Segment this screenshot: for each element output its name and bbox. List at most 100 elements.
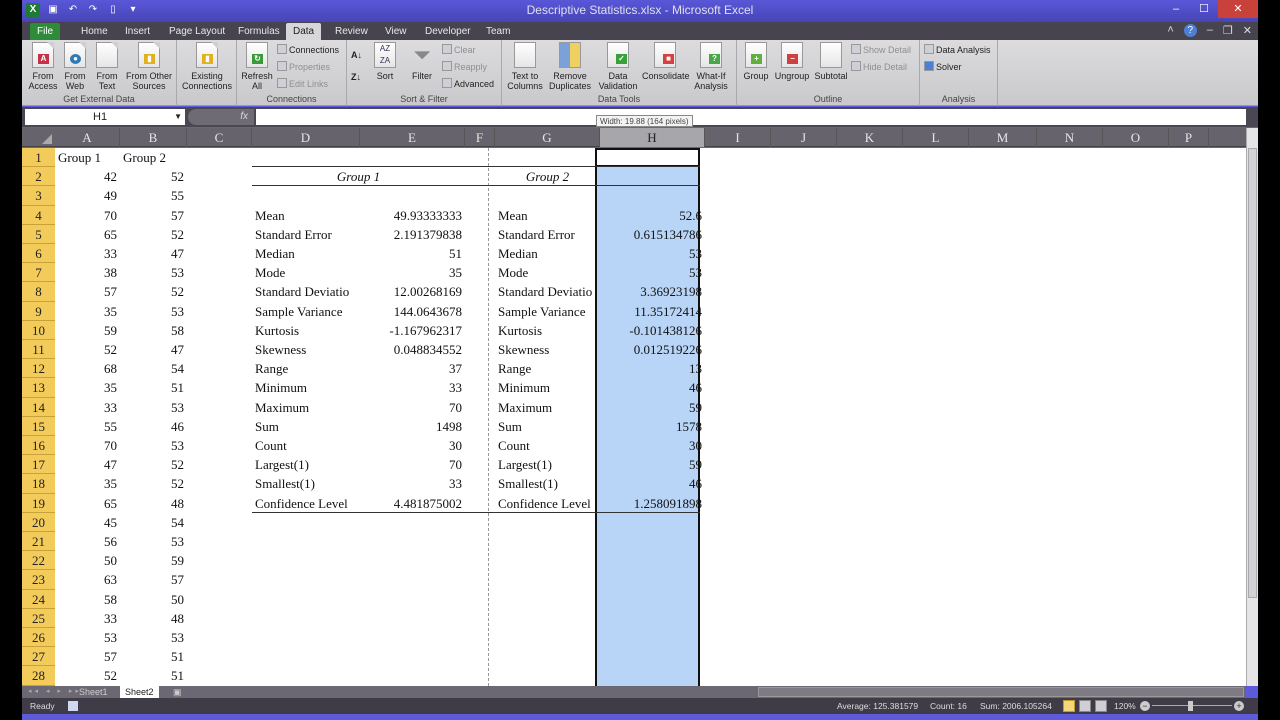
- tab-review[interactable]: Review: [328, 23, 375, 40]
- row-header-11[interactable]: 11: [22, 340, 55, 360]
- row-header-19[interactable]: 19: [22, 493, 55, 513]
- ungroup-button[interactable]: − Ungroup: [773, 42, 811, 81]
- horizontal-scrollbar[interactable]: [758, 687, 1244, 697]
- cell-group2-value[interactable]: 53: [120, 436, 187, 455]
- existing-connections-button[interactable]: ▮ Existing Connections: [180, 42, 234, 91]
- row-header-14[interactable]: 14: [22, 397, 55, 417]
- zoom-slider-thumb[interactable]: [1188, 701, 1193, 711]
- stats-group1-value[interactable]: 144.0643678: [360, 302, 465, 321]
- show-detail-button[interactable]: Show Detail: [851, 43, 911, 57]
- stats-label[interactable]: Median: [252, 244, 360, 263]
- vertical-scrollbar[interactable]: [1246, 128, 1258, 686]
- page-layout-view-button[interactable]: [1079, 700, 1091, 712]
- cell-group2-value[interactable]: 52: [120, 225, 187, 244]
- cell-group1-value[interactable]: 65: [55, 494, 120, 513]
- cell-group1-value[interactable]: 56: [55, 532, 120, 551]
- column-header-a[interactable]: A: [55, 128, 120, 147]
- stats-group2-value[interactable]: 11.35172414: [600, 302, 705, 321]
- zoom-level[interactable]: 120%: [1114, 698, 1136, 714]
- cell-group1-value[interactable]: 35: [55, 474, 120, 493]
- formula-input[interactable]: [256, 109, 1246, 125]
- stats-label[interactable]: Largest(1): [252, 455, 360, 474]
- filter-button[interactable]: ⏷ Filter: [407, 42, 437, 81]
- text-to-columns-button[interactable]: Text to Columns: [506, 42, 544, 91]
- stats-label[interactable]: Kurtosis: [252, 321, 360, 340]
- tab-developer[interactable]: Developer: [418, 23, 478, 40]
- insert-function-button[interactable]: fx: [188, 109, 254, 125]
- from-other-sources-button[interactable]: ▮ From Other Sources: [124, 42, 174, 91]
- stats-label[interactable]: Median: [495, 244, 600, 263]
- row-header-10[interactable]: 10: [22, 320, 55, 340]
- row-header-6[interactable]: 6: [22, 244, 55, 264]
- refresh-all-button[interactable]: ↻ Refresh All: [240, 42, 274, 91]
- page-break-preview-button[interactable]: [1095, 700, 1107, 712]
- sort-a-z-button[interactable]: A↓: [351, 48, 362, 62]
- column-header-d[interactable]: D: [252, 128, 360, 147]
- column-header-c[interactable]: C: [187, 128, 252, 147]
- workbook-close-icon[interactable]: ✕: [1243, 24, 1252, 37]
- stats-group1-value[interactable]: -1.167962317: [360, 321, 465, 340]
- cell-group2-value[interactable]: 54: [120, 513, 187, 532]
- cell-group2-value[interactable]: 47: [120, 340, 187, 359]
- cell-group1-value[interactable]: 59: [55, 321, 120, 340]
- stats-group1-value[interactable]: 2.191379838: [360, 225, 465, 244]
- column-header-k[interactable]: K: [837, 128, 903, 147]
- column-header-e[interactable]: E: [360, 128, 465, 147]
- stats-label[interactable]: Mean: [495, 206, 600, 225]
- cell-group2-value[interactable]: 53: [120, 302, 187, 321]
- cell-group1-value[interactable]: 57: [55, 647, 120, 666]
- stats-group1-value[interactable]: 33: [360, 378, 465, 397]
- cell-group1-value[interactable]: 55: [55, 417, 120, 436]
- stats-group1-value[interactable]: 12.00268169: [360, 282, 465, 301]
- stats-group1-value[interactable]: 33: [360, 474, 465, 493]
- stats-label[interactable]: Minimum: [495, 378, 600, 397]
- from-web-button[interactable]: ● From Web: [60, 42, 90, 91]
- connections-button[interactable]: Connections: [277, 43, 339, 57]
- stats-group2-value[interactable]: 53: [600, 263, 705, 282]
- cell-group2-value[interactable]: 59: [120, 551, 187, 570]
- cell-group2-value[interactable]: 51: [120, 647, 187, 666]
- stats-label[interactable]: Range: [495, 359, 600, 378]
- stats-group1-value[interactable]: 30: [360, 436, 465, 455]
- tab-home[interactable]: Home: [74, 23, 115, 40]
- cell-group1-value[interactable]: 33: [55, 609, 120, 628]
- name-box[interactable]: H1 ▼: [25, 109, 185, 125]
- cell-group2-value[interactable]: 47: [120, 244, 187, 263]
- stats-label[interactable]: Kurtosis: [495, 321, 600, 340]
- stats-group2-value[interactable]: 3.36923198: [600, 282, 705, 301]
- stats-label[interactable]: Minimum: [252, 378, 360, 397]
- cell-group2-value[interactable]: 53: [120, 628, 187, 647]
- stats-label[interactable]: Count: [495, 436, 600, 455]
- stats-label[interactable]: Sample Variance: [495, 302, 600, 321]
- stats-group2-value[interactable]: 46: [600, 474, 705, 493]
- tab-team[interactable]: Team: [479, 23, 517, 40]
- stats-group1-header[interactable]: Group 1: [252, 167, 465, 186]
- close-button[interactable]: ✕: [1218, 0, 1258, 18]
- cell-group1-value[interactable]: 68: [55, 359, 120, 378]
- stats-label[interactable]: Largest(1): [495, 455, 600, 474]
- cell-group2-value[interactable]: 50: [120, 590, 187, 609]
- cell-group2-value[interactable]: 48: [120, 494, 187, 513]
- row-header-4[interactable]: 4: [22, 205, 55, 225]
- from-access-button[interactable]: A From Access: [28, 42, 58, 91]
- column-header-i[interactable]: I: [705, 128, 771, 147]
- sort-z-a-button[interactable]: Z↓: [351, 70, 361, 84]
- stats-label[interactable]: Confidence Level: [252, 494, 360, 513]
- cell-group1-value[interactable]: 45: [55, 513, 120, 532]
- properties-button[interactable]: Properties: [277, 60, 330, 74]
- cell-b1[interactable]: Group 2: [120, 148, 200, 167]
- stats-label[interactable]: Smallest(1): [252, 474, 360, 493]
- tab-data[interactable]: Data: [286, 23, 322, 40]
- row-header-20[interactable]: 20: [22, 512, 55, 532]
- zoom-in-button[interactable]: +: [1234, 701, 1244, 711]
- stats-label[interactable]: Skewness: [252, 340, 360, 359]
- cell-group2-value[interactable]: 48: [120, 609, 187, 628]
- stats-label[interactable]: Mode: [252, 263, 360, 282]
- name-box-dropdown-icon[interactable]: ▼: [174, 109, 182, 125]
- workbook-minimize-icon[interactable]: –: [1207, 24, 1213, 37]
- cell-group1-value[interactable]: 47: [55, 455, 120, 474]
- row-header-23[interactable]: 23: [22, 570, 55, 590]
- stats-label[interactable]: Count: [252, 436, 360, 455]
- stats-group1-value[interactable]: 51: [360, 244, 465, 263]
- sheet-tab-sheet2[interactable]: Sheet2: [120, 686, 159, 698]
